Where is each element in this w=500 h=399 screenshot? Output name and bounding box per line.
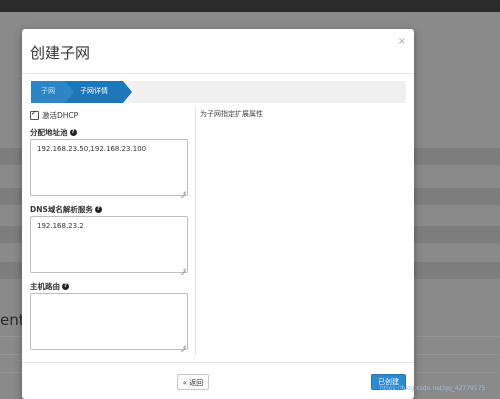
dns-servers-input[interactable] — [30, 216, 188, 273]
dns-servers-label: DNS域名解析服务 ? — [30, 204, 102, 215]
chevron-right-icon — [65, 81, 74, 103]
header-divider — [22, 73, 414, 74]
allocation-pools-input[interactable] — [30, 139, 188, 196]
close-icon[interactable]: × — [398, 36, 406, 47]
footer-divider — [22, 362, 414, 363]
side-help-text: 为子网指定扩展属性 — [200, 110, 263, 118]
host-routes-label-text: 主机路由 — [30, 282, 60, 291]
allocation-pools-label: 分配地址池 ? — [30, 127, 77, 138]
help-icon[interactable]: ? — [62, 283, 69, 290]
watermark: https://blog.csdn.net/qq_42779175 — [380, 385, 486, 392]
column-divider — [195, 107, 196, 355]
enable-dhcp-label: 激活DHCP — [42, 111, 79, 120]
create-subnet-modal: 创建子网 × 子网 子网详情 激活DHCP 分配地址池 ? DNS域名解析服务 … — [22, 29, 414, 399]
allocation-pools-label-text: 分配地址池 — [30, 128, 68, 137]
dns-servers-label-text: DNS域名解析服务 — [30, 205, 93, 214]
checkbox-checked-icon[interactable] — [30, 109, 39, 120]
wizard-steps: 子网 子网详情 — [31, 81, 406, 103]
help-icon[interactable]: ? — [94, 206, 102, 213]
host-routes-label: 主机路由 ? — [30, 281, 69, 292]
help-icon[interactable]: ? — [69, 129, 77, 136]
back-button[interactable]: « 返回 — [177, 374, 209, 390]
background-top-bar — [0, 0, 500, 12]
modal-title: 创建子网 — [30, 44, 91, 62]
enable-dhcp-checkbox[interactable]: 激活DHCP — [30, 109, 79, 121]
resize-handle-icon[interactable] — [180, 342, 186, 348]
host-routes-input[interactable] — [30, 293, 188, 350]
resize-handle-icon[interactable] — [180, 265, 186, 271]
wizard-step-label: 子网 — [41, 87, 55, 95]
wizard-step-label: 子网详情 — [80, 87, 108, 95]
chevron-right-icon — [123, 81, 132, 103]
resize-handle-icon[interactable] — [180, 188, 186, 194]
wizard-step-subnet[interactable]: 子网 — [31, 81, 65, 103]
